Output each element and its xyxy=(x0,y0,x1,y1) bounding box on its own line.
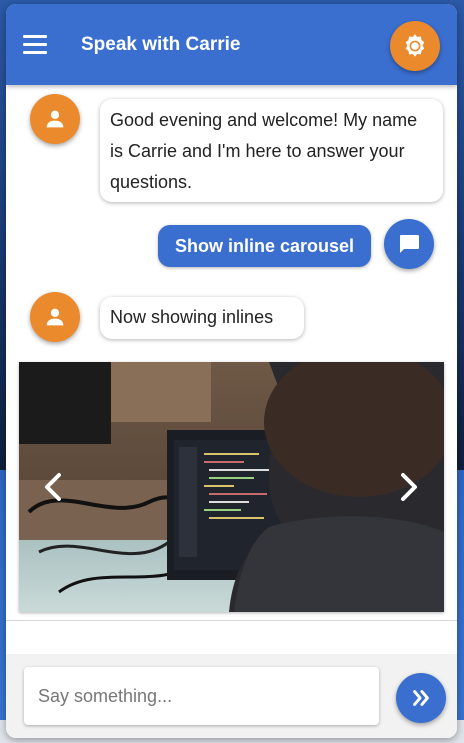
composer xyxy=(6,654,457,738)
chat-header: Speak with Carrie xyxy=(6,4,457,85)
carousel-prev-button[interactable] xyxy=(35,467,71,507)
message-input[interactable] xyxy=(24,667,379,725)
person-icon xyxy=(46,110,64,128)
divider xyxy=(6,620,457,621)
person-icon xyxy=(46,308,64,326)
carousel-next-button[interactable] xyxy=(391,467,427,507)
carousel-image xyxy=(19,362,444,612)
inline-carousel xyxy=(19,362,444,612)
chevron-left-icon xyxy=(45,473,61,501)
menu-icon[interactable] xyxy=(23,35,49,55)
chat-title: Speak with Carrie xyxy=(81,34,241,55)
user-avatar xyxy=(384,219,434,269)
double-chevron-right-icon xyxy=(413,690,429,706)
bot-avatar xyxy=(30,292,80,342)
chat-widget: Speak with Carrie Good evening and welco… xyxy=(6,4,457,738)
bot-message: Good evening and welcome! My name is Car… xyxy=(100,99,443,202)
chevron-right-icon xyxy=(401,473,417,501)
chat-icon xyxy=(400,235,419,253)
brightness-icon xyxy=(405,34,425,57)
theme-toggle-button[interactable] xyxy=(390,21,440,71)
send-button[interactable] xyxy=(396,673,446,723)
user-message: Show inline carousel xyxy=(158,225,371,267)
bot-message: Now showing inlines xyxy=(100,297,304,339)
bot-avatar xyxy=(30,94,80,144)
